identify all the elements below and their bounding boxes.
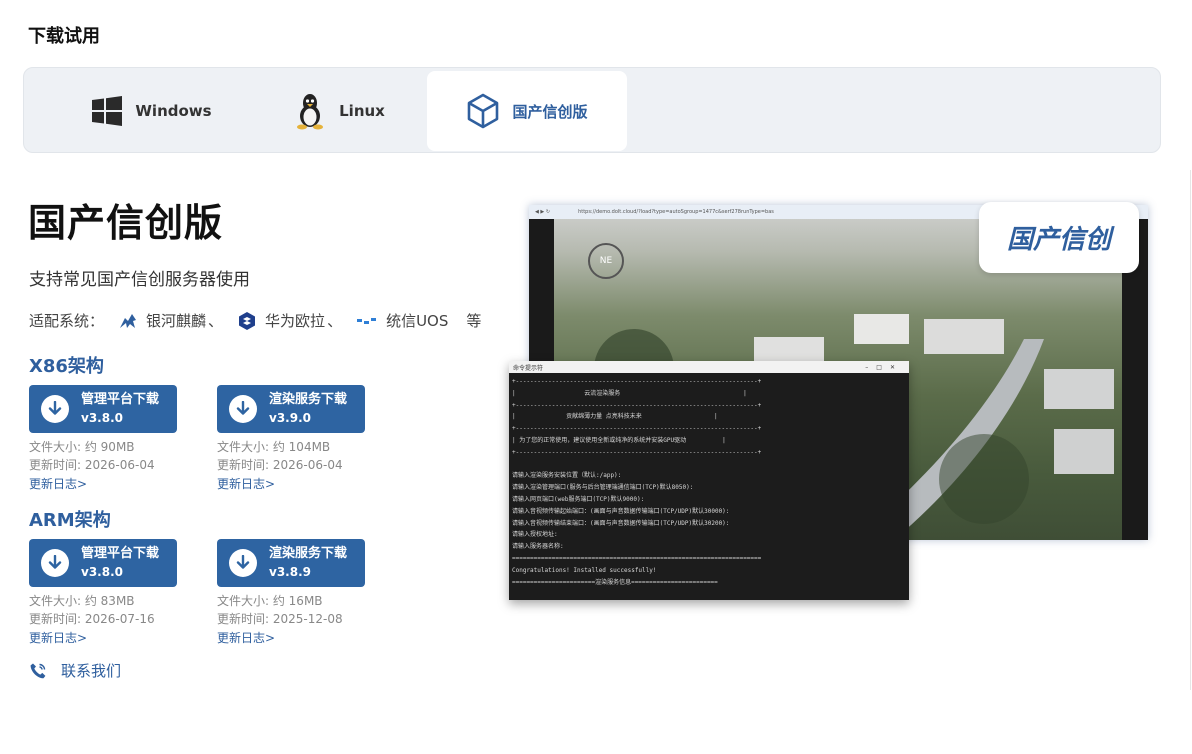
compat-os: 华为欧拉: [265, 312, 326, 330]
compat-suffix: 等: [466, 312, 482, 330]
console-line: 请输入音视频传输起始端口：(画面与声音数据传输端口(TCP/UDP)默认3000…: [512, 507, 730, 515]
changelog-link[interactable]: 更新日志>: [217, 629, 275, 646]
divider: [1190, 170, 1191, 690]
button-version: v3.8.9: [269, 565, 311, 579]
download-tabs: Windows Linux 国产信创版: [23, 67, 1161, 153]
console-line: +---------------------------------------…: [512, 401, 762, 409]
kylin-icon: [118, 312, 138, 330]
file-size: 文件大小: 约 83MB: [29, 594, 135, 608]
x86-render-download-button[interactable]: 渲染服务下载 v3.9.0: [217, 385, 365, 433]
download-icon: [229, 549, 257, 577]
console-line: | 云流渲染服务 |: [512, 389, 747, 397]
button-version: v3.9.0: [269, 411, 311, 425]
compat-systems: 适配系统： 银河麒麟 、 华为欧拉 、 统信UOS 等: [29, 310, 481, 331]
cube-icon: [466, 93, 500, 129]
windows-icon: [91, 95, 123, 127]
console-line: 请输入渲染管理端口(服务与后台管理端通信端口(TCP)默认8050):: [512, 484, 694, 492]
tab-linux[interactable]: Linux: [249, 71, 429, 151]
phone-icon: [29, 662, 47, 680]
console-window: 命令提示符 –□✕ +-----------------------------…: [509, 361, 909, 600]
console-line: 请输入音视频传输结束端口：(画面与声音数据传输端口(TCP/UDP)默认3020…: [512, 519, 730, 527]
uos-icon: [356, 316, 378, 326]
arm-manage-download-button[interactable]: 管理平台下载 v3.8.0: [29, 539, 177, 587]
file-size: 文件大小: 约 90MB: [29, 440, 135, 454]
x86-arch-title: X86架构: [29, 356, 104, 377]
update-time: 更新时间: 2026-06-04: [217, 458, 343, 472]
tab-windows[interactable]: Windows: [59, 71, 244, 151]
file-size: 文件大小: 约 104MB: [217, 440, 331, 454]
console-line: 请输入网页端口(web服务端口(TCP)默认9000):: [512, 495, 645, 503]
compass-icon: NE: [588, 243, 624, 279]
openeuler-icon: [237, 311, 257, 331]
arm-arch-title: ARM架构: [29, 510, 111, 531]
compat-os: 统信UOS: [386, 312, 449, 330]
console-title: 命令提示符: [513, 364, 544, 372]
compat-sep: 、: [208, 312, 224, 330]
console-output: +---------------------------------------…: [509, 373, 909, 591]
linux-tux-icon: [293, 92, 327, 130]
update-time: 更新时间: 2026-07-16: [29, 612, 155, 626]
console-line: | 贡献绵薄力量 点亮科技未来 |: [512, 413, 718, 421]
console-line: +---------------------------------------…: [512, 448, 762, 456]
compat-label: 适配系统：: [29, 312, 105, 330]
console-line: 请输入服务器名称:: [512, 543, 564, 551]
x86-manage-download-button[interactable]: 管理平台下载 v3.8.0: [29, 385, 177, 433]
contact-label: 联系我们: [61, 662, 122, 680]
console-line: +---------------------------------------…: [512, 378, 762, 385]
contact-us-link[interactable]: 联系我们: [29, 660, 121, 681]
tab-label: Linux: [339, 102, 385, 120]
button-version: v3.8.0: [81, 411, 123, 425]
changelog-link[interactable]: 更新日志>: [29, 629, 87, 646]
file-meta: 文件大小: 约 104MB 更新时间: 2026-06-04: [217, 438, 343, 474]
console-line: 请输入渲染服务安装位置（默认:/app):: [512, 472, 622, 480]
button-label: 渲染服务下载: [269, 392, 348, 407]
edition-subtitle: 支持常见国产信创服务器使用: [29, 270, 250, 290]
arm-render-download-button[interactable]: 渲染服务下载 v3.8.9: [217, 539, 365, 587]
file-size: 文件大小: 约 16MB: [217, 594, 323, 608]
window-controls-icon: –□✕: [865, 363, 903, 371]
console-line: | 为了您的正常使用，建议使用全新或纯净的系统并安装GPU驱动 |: [512, 436, 726, 444]
console-line: Congratulations! Installed successfully!: [512, 566, 657, 574]
compat-os: 银河麒麟: [146, 312, 207, 330]
tab-label: 国产信创版: [512, 102, 588, 121]
console-line: =======================渲染服务信息===========…: [512, 578, 718, 586]
browser-url: https://demo.dolt.cloud/?load?type=autoS…: [578, 209, 774, 215]
download-icon: [41, 549, 69, 577]
console-titlebar: 命令提示符 –□✕: [509, 361, 909, 373]
console-line: +---------------------------------------…: [512, 425, 762, 433]
button-label: 管理平台下载: [81, 546, 160, 561]
button-version: v3.8.0: [81, 565, 123, 579]
tab-label: Windows: [135, 102, 212, 120]
download-icon: [229, 395, 257, 423]
button-label: 管理平台下载: [81, 392, 160, 407]
section-title: 下载试用: [28, 26, 100, 47]
update-time: 更新时间: 2026-06-04: [29, 458, 155, 472]
console-line: 请输入授权地址:: [512, 531, 558, 539]
file-meta: 文件大小: 约 16MB 更新时间: 2025-12-08: [217, 592, 343, 628]
browser-nav-icons: ◀ ▶ ↻: [535, 209, 551, 215]
domestic-badge: 国产信创: [979, 202, 1139, 273]
edition-title: 国产信创版: [28, 201, 224, 245]
console-line: ========================================…: [512, 554, 762, 562]
changelog-link[interactable]: 更新日志>: [29, 475, 87, 492]
update-time: 更新时间: 2025-12-08: [217, 612, 343, 626]
download-icon: [41, 395, 69, 423]
changelog-link[interactable]: 更新日志>: [217, 475, 275, 492]
compat-sep: 、: [327, 312, 343, 330]
tab-domestic[interactable]: 国产信创版: [427, 71, 627, 151]
button-label: 渲染服务下载: [269, 546, 348, 561]
file-meta: 文件大小: 约 90MB 更新时间: 2026-06-04: [29, 438, 155, 474]
file-meta: 文件大小: 约 83MB 更新时间: 2026-07-16: [29, 592, 155, 628]
